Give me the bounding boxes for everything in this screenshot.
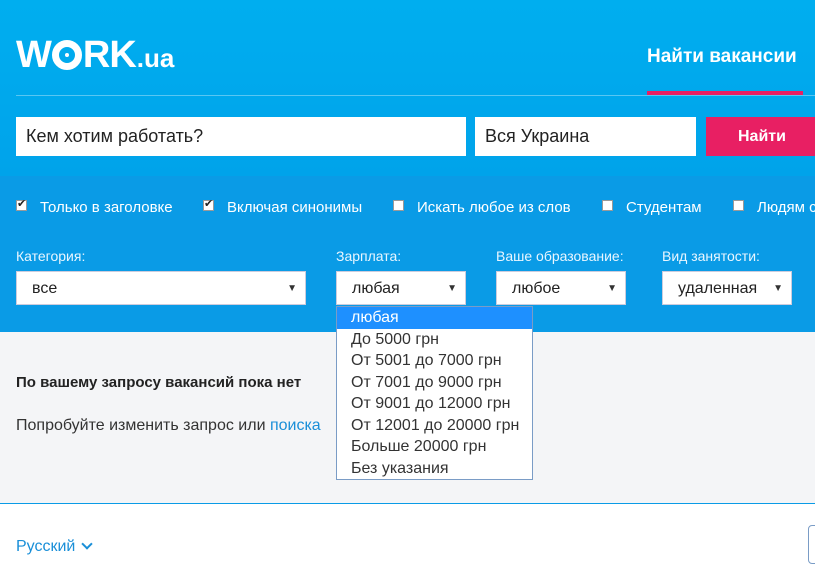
language-switcher[interactable]: Русский: [16, 538, 94, 556]
salary-label: Зарплата:: [336, 248, 402, 264]
footer: [0, 504, 815, 569]
category-label: Категория:: [16, 248, 86, 264]
salary-option[interactable]: Больше 20000 грн: [337, 436, 532, 458]
search-query-input[interactable]: Кем хотим работать?: [16, 117, 466, 156]
employment-select[interactable]: удаленная ▼: [662, 271, 792, 305]
no-results-title: По вашему запросу вакансий пока нет: [16, 374, 302, 391]
dropdown-arrow-icon: ▼: [287, 283, 297, 294]
checkbox-unchecked-icon[interactable]: [602, 200, 613, 211]
salary-option[interactable]: От 7001 до 9000 грн: [337, 372, 532, 394]
salary-option[interactable]: От 5001 до 7000 грн: [337, 350, 532, 372]
checkbox-synonyms[interactable]: Включая синонимы: [203, 197, 362, 216]
search-link[interactable]: поиска: [270, 417, 321, 434]
dropdown-arrow-icon: ▼: [607, 283, 617, 294]
work-ua-logo[interactable]: W RK .ua: [16, 36, 174, 74]
checkbox-checked-icon[interactable]: [16, 197, 27, 211]
checkbox-checked-icon[interactable]: [203, 197, 214, 211]
education-label: Ваше образование:: [496, 248, 624, 264]
header-divider: [16, 95, 815, 96]
salary-select[interactable]: любая ▼: [336, 271, 466, 305]
salary-option[interactable]: Без указания: [337, 458, 532, 480]
dropdown-arrow-icon: ▼: [773, 283, 783, 294]
checkbox-unchecked-icon[interactable]: [733, 200, 744, 211]
checkbox-students[interactable]: Студентам: [602, 199, 702, 216]
salary-dropdown-list[interactable]: любая До 5000 грн От 5001 до 7000 грн От…: [336, 306, 533, 480]
salary-option[interactable]: От 12001 до 20000 грн: [337, 415, 532, 437]
education-select[interactable]: любое ▼: [496, 271, 626, 305]
footer-button[interactable]: [808, 525, 815, 564]
checkbox-title-only[interactable]: Только в заголовке: [16, 197, 173, 216]
salary-option[interactable]: До 5000 грн: [337, 329, 532, 351]
logo-o-ring-icon: [51, 40, 82, 70]
find-button[interactable]: Найти: [706, 117, 815, 156]
nav-find-jobs-link[interactable]: Найти вакансии: [647, 46, 797, 68]
checkbox-unchecked-icon[interactable]: [393, 200, 404, 211]
salary-option[interactable]: любая: [337, 307, 532, 329]
salary-option[interactable]: От 9001 до 12000 грн: [337, 393, 532, 415]
checkbox-any-word[interactable]: Искать любое из слов: [393, 199, 571, 216]
chevron-down-icon: [81, 538, 94, 550]
search-region-input[interactable]: Вся Украина: [475, 117, 696, 156]
employment-label: Вид занятости:: [662, 248, 760, 264]
category-select[interactable]: все ▼: [16, 271, 306, 305]
dropdown-arrow-icon: ▼: [447, 283, 457, 294]
no-results-hint: Попробуйте изменить запрос или поиска: [16, 417, 321, 434]
checkbox-people-with[interactable]: Людям с: [733, 199, 815, 216]
